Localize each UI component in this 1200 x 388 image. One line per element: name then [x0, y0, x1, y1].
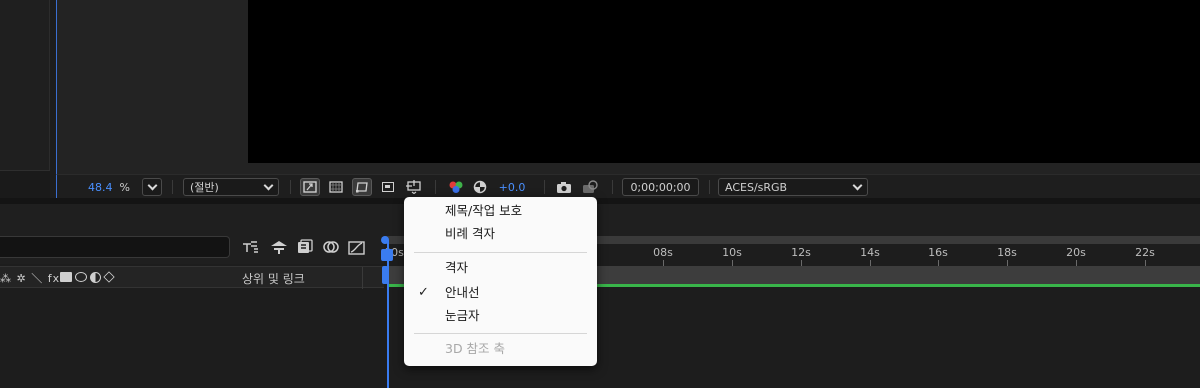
- take-snapshot-button[interactable]: [555, 178, 573, 196]
- checkmark-icon: ✓: [418, 285, 429, 300]
- grid-guides-button[interactable]: [404, 178, 424, 196]
- switches-icon-group: [60, 271, 115, 283]
- menu-item-grid[interactable]: 격자: [404, 257, 597, 279]
- menu-item-label: 안내선: [445, 285, 480, 300]
- playhead-handle[interactable]: [381, 249, 393, 261]
- motion-blur-switch-icon[interactable]: [75, 272, 87, 282]
- menu-item-3d-reference-axes: 3D 참조 축: [404, 338, 597, 360]
- camera-icon: [557, 181, 571, 193]
- resolution-dropdown[interactable]: (절반): [183, 178, 279, 196]
- ruler-label: 16s: [928, 246, 948, 259]
- draft-3d-button[interactable]: [270, 239, 288, 257]
- frame-blending-button[interactable]: [296, 239, 314, 257]
- transparency-grid-button[interactable]: [326, 178, 346, 196]
- menu-item-label: 격자: [445, 260, 469, 275]
- menu-item-label: 제목/작업 보호: [445, 203, 523, 218]
- chevron-down-icon: [852, 180, 863, 190]
- menu-item-rulers[interactable]: 눈금자: [404, 305, 597, 327]
- grid-guides-icon: [406, 180, 421, 194]
- zoom-number[interactable]: 48.4: [88, 181, 113, 194]
- switches-header-icons[interactable]: ⁂ ✲ ＼ fx: [0, 270, 60, 286]
- chevron-down-icon: [263, 180, 274, 190]
- fast-preview-button[interactable]: [300, 178, 320, 196]
- layer-column-header: ⁂ ✲ ＼ fx 상위 및 링크: [0, 266, 384, 289]
- ruler-label: 08s: [653, 246, 673, 259]
- 3d-layer-icon[interactable]: [103, 271, 115, 283]
- zoom-unit: %: [119, 180, 130, 194]
- menu-item-guides[interactable]: ✓ 안내선: [404, 282, 597, 304]
- region-of-interest-icon: [382, 182, 394, 192]
- graph-editor-icon: [348, 241, 365, 255]
- parent-and-link-header[interactable]: 상위 및 링크: [242, 270, 305, 287]
- ruler-label: 22s: [1135, 246, 1155, 259]
- ruler-label: 10s: [722, 246, 742, 259]
- color-space-label: ACES/sRGB: [725, 180, 788, 194]
- show-channel-button[interactable]: [447, 178, 465, 196]
- zoom-value[interactable]: 48.4 %: [87, 178, 131, 196]
- reset-exposure-button[interactable]: [471, 178, 489, 196]
- rgb-channels-icon: [449, 181, 463, 193]
- zoom-dropdown-button[interactable]: [142, 178, 162, 196]
- exposure-reset-icon: [473, 180, 487, 194]
- show-snapshot-icon: [583, 180, 598, 193]
- layer-list[interactable]: [0, 289, 384, 388]
- transparency-grid-icon: [329, 181, 343, 193]
- menu-item-label: 눈금자: [445, 308, 480, 323]
- viewer-toolbar: 48.4 % (절반) +0.0 0;00;00;00 ACES/sRGB: [56, 174, 1200, 198]
- chevron-down-icon: [147, 180, 157, 190]
- frame-blending-icon: [298, 239, 313, 253]
- menu-item-label: 3D 참조 축: [445, 341, 506, 356]
- layer-search-input[interactable]: [0, 236, 230, 258]
- ruler-label: 18s: [997, 246, 1017, 259]
- resolution-label: (절반): [190, 181, 219, 194]
- adjustment-layer-icon[interactable]: [90, 272, 101, 283]
- ruler-label: 12s: [791, 246, 811, 259]
- mask-path-button[interactable]: [352, 178, 372, 196]
- current-time-display[interactable]: 0;00;00;00: [622, 178, 699, 196]
- ruler-label: 20s: [1066, 246, 1086, 259]
- motion-blur-button[interactable]: [322, 239, 340, 257]
- draft-3d-icon: [271, 241, 287, 254]
- fast-preview-icon: [303, 181, 317, 193]
- flowchart-icon: [243, 241, 258, 253]
- current-time-indicator[interactable]: [387, 240, 389, 388]
- menu-item-label: 비례 격자: [445, 226, 495, 241]
- show-snapshot-button[interactable]: [581, 178, 599, 196]
- graph-editor-button[interactable]: [348, 239, 366, 257]
- ruler-label: 14s: [860, 246, 880, 259]
- project-panel: [0, 0, 50, 198]
- menu-item-proportional-grid[interactable]: 비례 격자: [404, 223, 597, 245]
- menu-item-title-action-safe[interactable]: 제목/작업 보호: [404, 200, 597, 222]
- work-area-start-handle[interactable]: [382, 266, 388, 284]
- mask-path-icon: [356, 182, 368, 193]
- region-of-interest-button[interactable]: [378, 178, 398, 196]
- comp-mini-flowchart-button[interactable]: [242, 239, 260, 257]
- exposure-value[interactable]: +0.0: [497, 178, 527, 196]
- color-space-dropdown[interactable]: ACES/sRGB: [718, 178, 868, 196]
- grid-guides-menu: 제목/작업 보호 비례 격자 격자 ✓ 안내선 눈금자 3D 참조 축: [404, 197, 597, 366]
- composition-canvas[interactable]: [248, 0, 1200, 163]
- motion-blur-icon: [323, 241, 339, 253]
- frame-blend-icon[interactable]: [60, 272, 72, 282]
